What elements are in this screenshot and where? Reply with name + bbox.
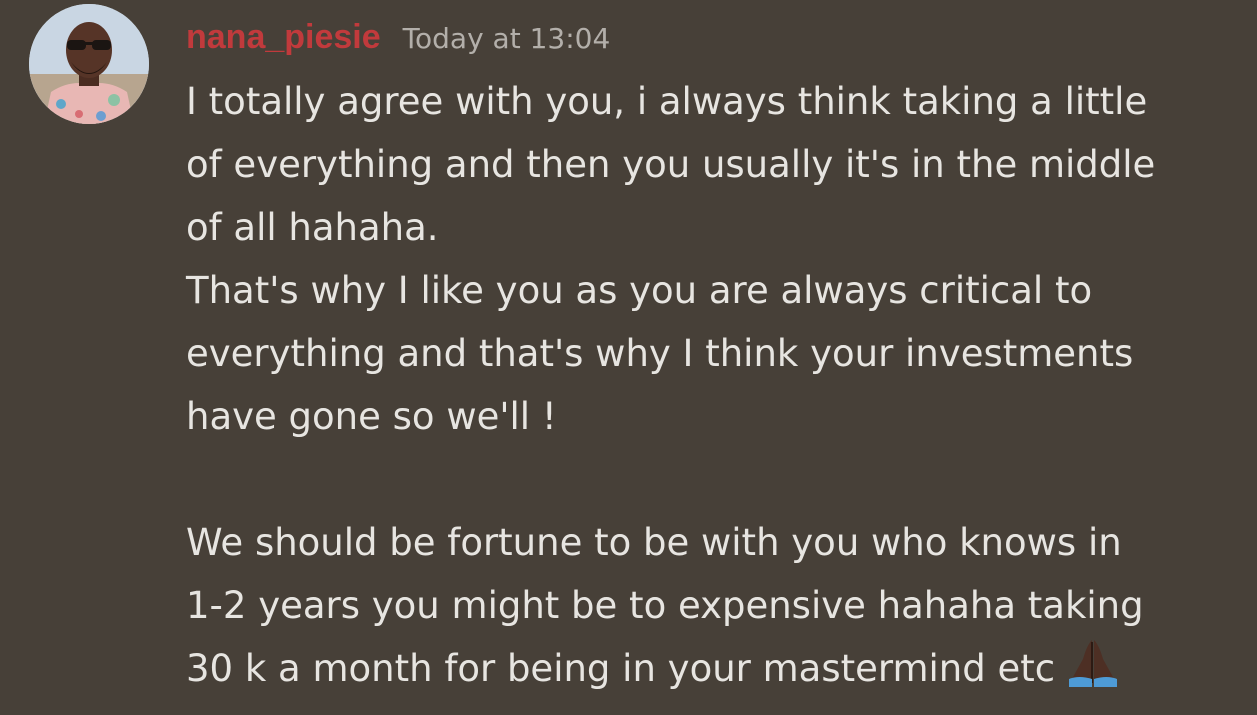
message-line: I totally agree with you, i always think…: [186, 80, 1148, 123]
message-line-last: 30 k a month for being in your mastermin…: [186, 637, 1246, 700]
avatar[interactable]: [29, 4, 149, 124]
message-line: have gone so we'll !: [186, 395, 557, 438]
message-timestamp: Today at 13:04: [402, 22, 611, 55]
message-line: of everything and then you usually it's …: [186, 143, 1156, 186]
message-line: 1-2 years you might be to expensive haha…: [186, 584, 1144, 627]
message-line: of all hahaha.: [186, 206, 439, 249]
chat-message: nana_piesie Today at 13:04 I totally agre…: [0, 0, 1257, 715]
username[interactable]: nana_piesie: [186, 18, 381, 56]
message-line: That's why I like you as you are always …: [186, 269, 1093, 312]
folded-hands-icon: [1065, 637, 1121, 706]
message-body: I totally agree with you, i always think…: [186, 70, 1246, 700]
message-header: nana_piesie Today at 13:04: [186, 18, 610, 62]
message-line: everything and that's why I think your i…: [186, 332, 1134, 375]
message-line-text: 30 k a month for being in your mastermin…: [186, 647, 1056, 690]
message-line: We should be fortune to be with you who …: [186, 521, 1122, 564]
avatar-photo-icon: [29, 4, 149, 124]
